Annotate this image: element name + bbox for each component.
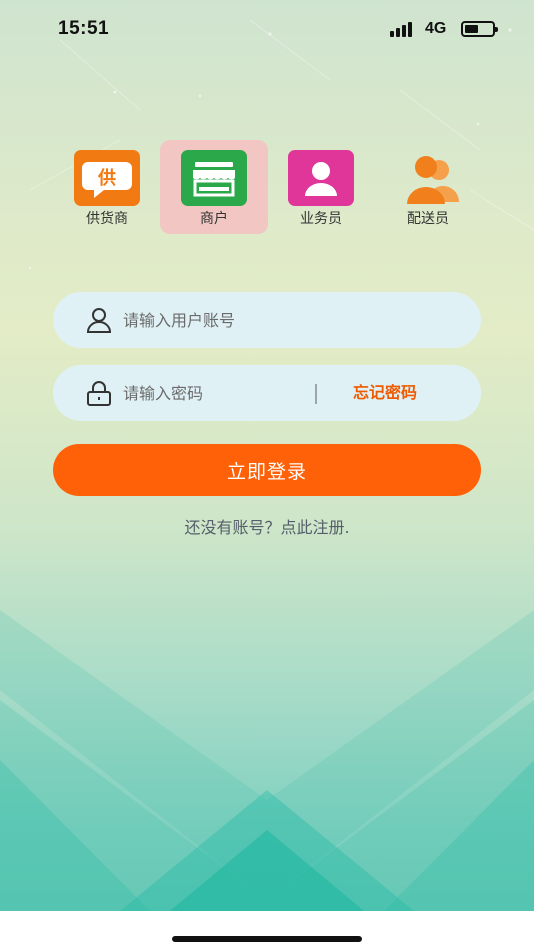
bottom-safe-area bbox=[0, 911, 534, 950]
delivery-people-icon bbox=[395, 150, 461, 206]
role-salesperson[interactable]: 业务员 bbox=[267, 140, 375, 234]
role-selector: 供 供货商 商户 业务员 配送员 bbox=[0, 140, 534, 236]
status-time: 15:51 bbox=[58, 18, 110, 39]
login-button[interactable]: 立即登录 bbox=[53, 444, 481, 496]
password-field: 忘记密码 bbox=[53, 365, 481, 421]
network-type: 4G bbox=[425, 20, 447, 37]
password-input[interactable] bbox=[123, 365, 303, 421]
register-link[interactable]: 还没有账号？点此注册. bbox=[0, 514, 534, 538]
salesperson-icon bbox=[288, 150, 354, 206]
supplier-icon-text: 供 bbox=[97, 167, 116, 189]
battery-icon bbox=[461, 21, 498, 37]
role-supplier-label: 供货商 bbox=[86, 211, 128, 227]
supplier-icon: 供 bbox=[74, 150, 140, 206]
username-field bbox=[53, 292, 481, 348]
role-supplier[interactable]: 供 供货商 bbox=[53, 140, 161, 234]
role-salesperson-label: 业务员 bbox=[300, 211, 342, 227]
home-indicator[interactable] bbox=[172, 936, 362, 942]
signal-icon bbox=[390, 21, 418, 37]
status-bar: 15:51 4G bbox=[0, 0, 534, 56]
forgot-password-link[interactable]: 忘记密码 bbox=[325, 365, 445, 421]
store-icon bbox=[181, 150, 247, 206]
lock-icon bbox=[85, 379, 113, 407]
role-delivery-label: 配送员 bbox=[407, 211, 449, 227]
username-input[interactable] bbox=[123, 292, 453, 348]
field-divider bbox=[315, 384, 317, 404]
role-merchant[interactable]: 商户 bbox=[160, 140, 268, 234]
user-icon bbox=[85, 306, 113, 334]
role-delivery[interactable]: 配送员 bbox=[374, 140, 482, 234]
role-merchant-label: 商户 bbox=[200, 211, 228, 227]
